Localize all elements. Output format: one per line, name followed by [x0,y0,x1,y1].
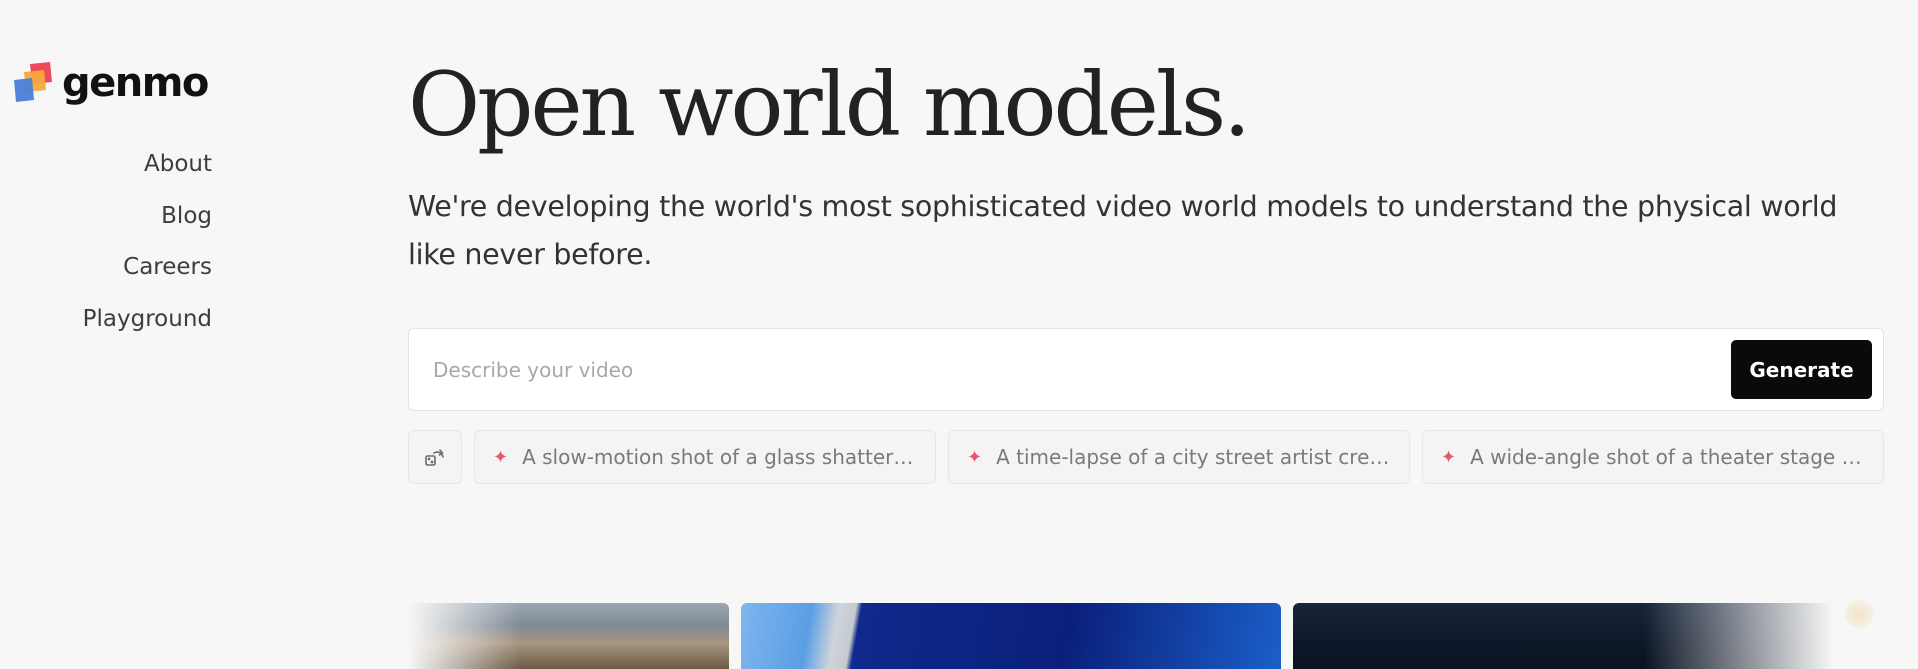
shuffle-suggestions-button[interactable] [408,430,462,484]
sidebar-nav: About Blog Careers Playground [83,146,212,352]
suggestion-text: A slow-motion shot of a glass shattering… [522,445,917,469]
hero-subtitle: We're developing the world's most sophis… [408,190,1838,271]
genmo-logo[interactable]: genmo [10,60,209,106]
partial-video-thumbnail [1844,600,1874,628]
genmo-logo-mark-icon [10,60,56,106]
suggestion-chip[interactable]: ✦ A wide-angle shot of a theater stage f… [1422,430,1884,484]
suggestion-chip[interactable]: ✦ A time-lapse of a city street artist c… [948,430,1410,484]
prompt-bar: Generate [408,328,1884,411]
shuffle-icon [425,449,444,466]
genmo-wordmark: genmo [62,60,209,106]
video-prompt-input[interactable] [433,357,1731,382]
generate-button[interactable]: Generate [1731,340,1872,399]
nav-link-blog[interactable]: Blog [161,198,212,250]
hero-title: Open world models. [408,53,1251,156]
night-forest-video-thumbnail[interactable] [1293,603,1833,669]
nav-link-about[interactable]: About [144,146,212,198]
mountain-landscape-video-thumbnail[interactable] [408,603,729,669]
suggestion-chip[interactable]: ✦ A slow-motion shot of a glass shatteri… [474,430,936,484]
sparkle-icon: ✦ [967,446,983,468]
suggestion-text: A wide-angle shot of a theater stage fil… [1470,445,1865,469]
nav-link-playground[interactable]: Playground [83,301,212,353]
sky-structure-video-thumbnail[interactable] [741,603,1281,669]
suggestion-text: A time-lapse of a city street artist cre… [996,445,1391,469]
nav-link-careers[interactable]: Careers [123,249,212,301]
sparkle-icon: ✦ [1441,446,1457,468]
prompt-suggestions: ✦ A slow-motion shot of a glass shatteri… [408,430,1884,484]
sparkle-icon: ✦ [493,446,509,468]
